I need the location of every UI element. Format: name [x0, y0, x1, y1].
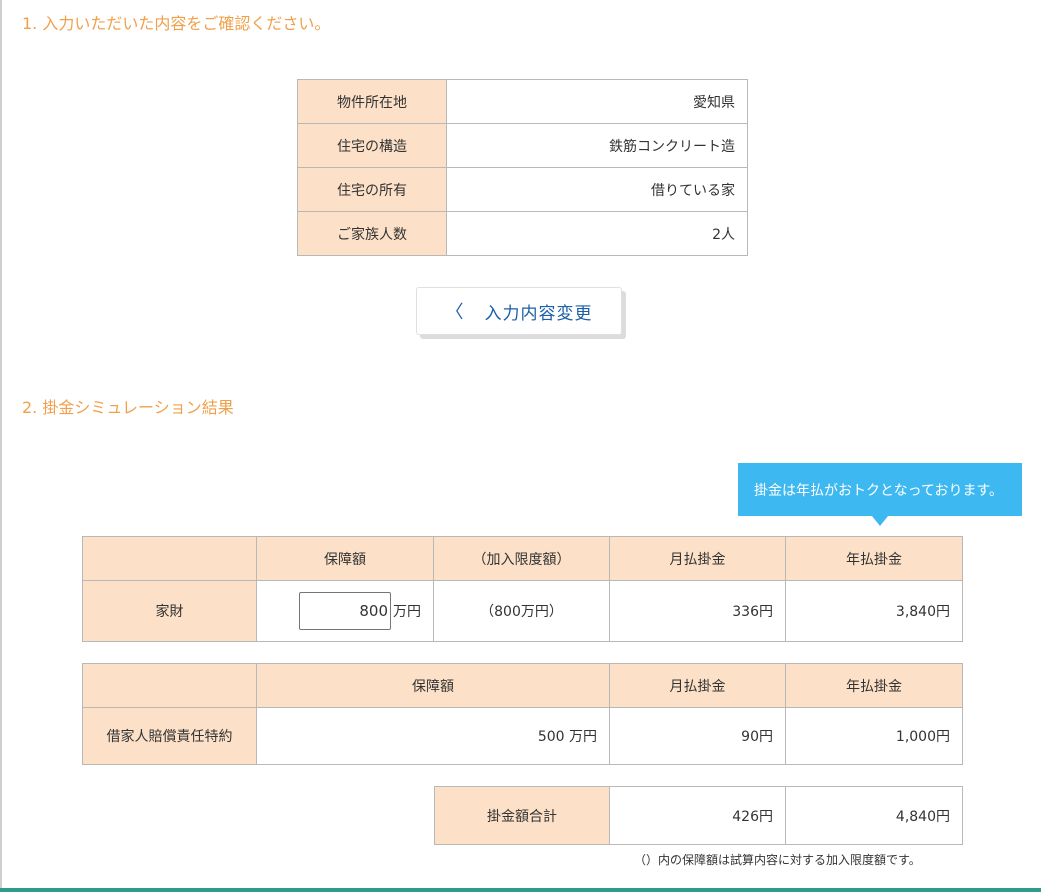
- confirm-label: ご家族人数: [297, 211, 447, 256]
- coverage-amount: 500 万円: [256, 707, 610, 765]
- confirm-label: 住宅の所有: [297, 167, 447, 212]
- table-header-row: 保障額 月払掛金 年払掛金: [82, 663, 963, 708]
- table-row: 住宅の所有 借りている家: [297, 167, 748, 212]
- monthly-premium: 336円: [609, 580, 786, 642]
- header-annual: 年払掛金: [785, 536, 963, 581]
- total-table: 掛金額合計 426円 4,840円: [434, 786, 963, 845]
- confirm-value: 鉄筋コンクリート造: [446, 123, 748, 168]
- section-title-simulation: 2. 掛金シミュレーション結果: [22, 398, 234, 417]
- header-blank: [82, 536, 257, 581]
- header-blank: [82, 663, 257, 708]
- row-label-household-goods: 家財: [82, 580, 257, 642]
- coverage-limit: （800万円）: [433, 580, 610, 642]
- confirm-value: 借りている家: [446, 167, 748, 212]
- annual-premium: 3,840円: [785, 580, 963, 642]
- header-annual: 年払掛金: [785, 663, 963, 708]
- table-row: 住宅の構造 鉄筋コンクリート造: [297, 123, 748, 168]
- confirm-value: 2人: [446, 211, 748, 256]
- monthly-premium: 90円: [609, 707, 786, 765]
- table-row: 掛金額合計 426円 4,840円: [434, 786, 963, 845]
- total-label: 掛金額合計: [434, 786, 610, 845]
- header-coverage: 保障額: [256, 663, 610, 708]
- change-input-button[interactable]: 〈 入力内容変更: [416, 287, 622, 335]
- tooltip-pointer: [872, 516, 888, 526]
- coverage-amount-input[interactable]: [299, 592, 391, 630]
- confirm-label: 物件所在地: [297, 79, 447, 124]
- total-monthly: 426円: [609, 786, 786, 845]
- footnote: （）内の保障額は試算内容に対する加入限度額です。: [634, 853, 921, 867]
- confirm-label: 住宅の構造: [297, 123, 447, 168]
- confirm-table: 物件所在地 愛知県 住宅の構造 鉄筋コンクリート造 住宅の所有 借りている家 ご…: [297, 79, 748, 256]
- tooltip-text: 掛金は年払がおトクとなっております。: [754, 482, 1004, 499]
- confirm-value: 愛知県: [446, 79, 748, 124]
- left-border: [0, 0, 2, 892]
- header-coverage: 保障額: [256, 536, 434, 581]
- tenant-liability-table: 保障額 月払掛金 年払掛金 借家人賠償責任特約 500 万円 90円 1,000…: [82, 663, 963, 765]
- table-row: 家財 万円 （800万円） 336円 3,840円: [82, 580, 963, 642]
- header-monthly: 月払掛金: [609, 536, 786, 581]
- annual-premium: 1,000円: [785, 707, 963, 765]
- header-monthly: 月払掛金: [609, 663, 786, 708]
- chevron-left-icon: 〈: [445, 302, 465, 323]
- change-input-label: 入力内容変更: [484, 303, 593, 324]
- bottom-border: [0, 888, 1041, 892]
- table-header-row: 保障額 （加入限度額） 月払掛金 年払掛金: [82, 536, 963, 581]
- table-row: 物件所在地 愛知県: [297, 79, 748, 124]
- household-goods-table: 保障額 （加入限度額） 月払掛金 年払掛金 家財 万円 （800万円） 336円…: [82, 536, 963, 642]
- header-limit: （加入限度額）: [433, 536, 610, 581]
- row-label-tenant-liability: 借家人賠償責任特約: [82, 707, 257, 765]
- section-title-confirm: 1. 入力いただいた内容をご確認ください。: [22, 14, 331, 33]
- total-annual: 4,840円: [785, 786, 963, 845]
- annual-payment-tooltip: 掛金は年払がおトクとなっております。: [738, 463, 1022, 516]
- table-row: ご家族人数 2人: [297, 211, 748, 256]
- amount-unit: 万円: [393, 604, 421, 620]
- table-row: 借家人賠償責任特約 500 万円 90円 1,000円: [82, 707, 963, 765]
